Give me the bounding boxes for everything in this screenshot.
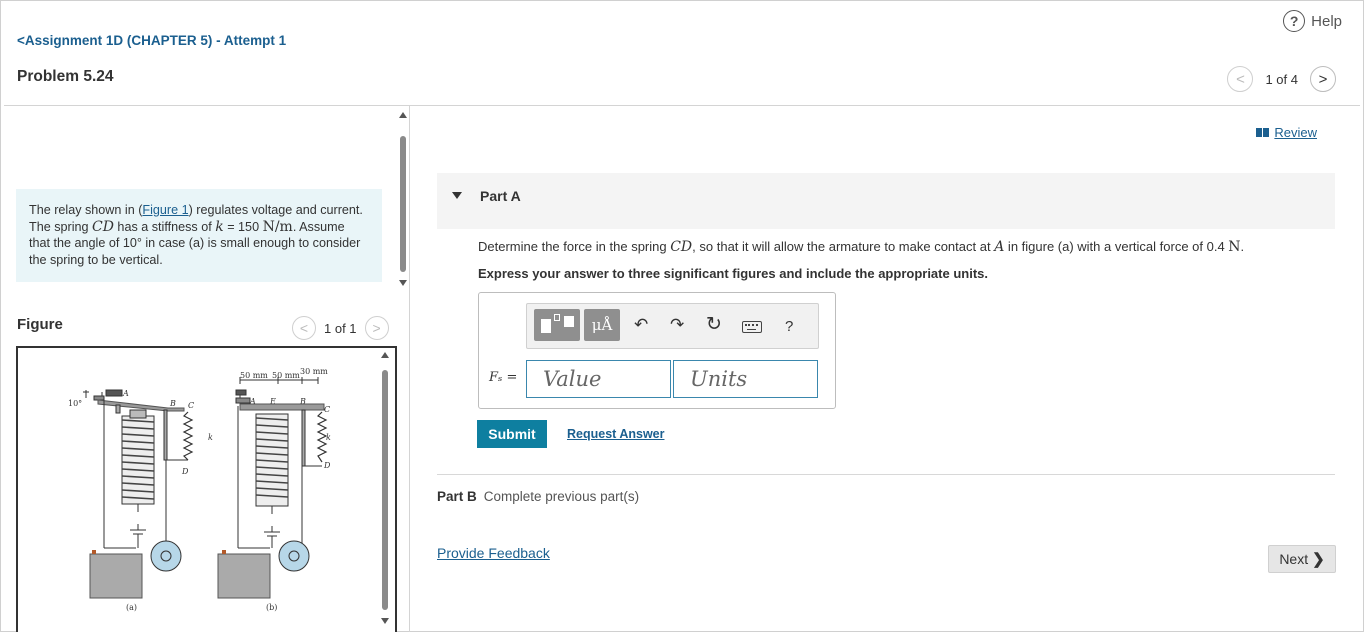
keyboard-icon[interactable] [742,321,762,333]
figure-pager-text: 1 of 1 [324,320,357,336]
figure-heading: Figure [17,316,63,333]
label-c: C [188,401,194,410]
help-icon: ? [1283,10,1306,32]
undo-icon[interactable]: ↶ [634,316,648,334]
templates-button[interactable] [534,309,580,341]
question-text: , so that it will allow the armature to … [692,239,995,254]
angle-label: 10° [68,399,82,408]
left-scrollbar[interactable] [398,112,408,287]
figure-scroll-thumb[interactable] [382,370,388,610]
scroll-thumb[interactable] [400,136,406,272]
provide-feedback-link[interactable]: Provide Feedback [437,545,550,561]
next-figure-button[interactable]: > [364,316,389,340]
spring-symbol: CD [92,218,114,235]
request-answer-link[interactable]: Request Answer [567,427,664,441]
k-value: = 150 [223,219,263,234]
figure-scrollbar[interactable] [380,352,390,630]
help-button[interactable]: ? Help [1283,10,1342,32]
label-d-b: D [323,461,331,470]
label-d: D [181,467,189,476]
value-input[interactable] [526,360,671,398]
redo-icon[interactable]: ↷ [670,316,684,334]
part-a-instruction: Express your answer to three significant… [478,266,988,281]
caption-b: (b) [266,603,277,612]
template-icon [564,316,574,327]
template-icon [554,314,560,321]
chevron-right-icon: ❯ [1312,551,1325,568]
part-a-title: Part A [480,188,521,204]
review-link[interactable]: Review [1256,125,1317,140]
label-a-b: A [249,397,256,406]
variable-label: Fₛ = [489,370,518,385]
part-b-row: Part B Complete previous part(s) [437,489,639,504]
panel-divider [409,106,410,632]
part-b-title: Part B [437,489,477,504]
relay-b [217,377,328,599]
question-text: in figure (a) with a vertical force of 0… [1004,239,1229,254]
intro-text: The relay shown in ( [29,203,143,217]
part-a-question: Determine the force in the spring CD, so… [478,239,1244,255]
problem-title: Problem 5.24 [17,68,114,85]
next-label: Next [1279,551,1309,567]
next-button[interactable]: Next ❯ [1268,545,1336,573]
assignment-link[interactable]: <Assignment 1D (CHAPTER 5) - Attempt 1 [17,33,286,48]
force-unit: N [1228,239,1241,255]
relay-a [83,389,194,599]
problem-statement: The relay shown in (Figure 1) regulates … [16,189,382,282]
prev-problem-button[interactable]: < [1227,66,1254,92]
label-c-b: C [324,405,330,414]
intro-text: has a stiffness of [113,219,216,234]
part-a-header[interactable] [437,173,1335,229]
problem-pager: < 1 of 4 > [1227,66,1336,92]
spring-symbol: CD [670,239,693,255]
chevron-left-icon: < [17,33,25,48]
relay-figure: 10° A B C k D 50 mm 50 mm 30 mm A E B C … [68,367,331,612]
problem-pager-text: 1 of 4 [1265,71,1298,87]
units-button[interactable]: μÅ [584,309,620,341]
prev-figure-button[interactable]: < [292,316,316,340]
point-symbol: A [994,239,1005,255]
dim-30: 30 mm [300,367,328,376]
book-icon [1256,128,1270,137]
figure-pager: < 1 of 1 > [292,316,389,340]
figure-scroll-up-icon[interactable] [381,352,389,358]
header-divider [4,105,1360,106]
toolbar-help-icon[interactable]: ? [785,318,793,335]
units-input[interactable] [673,360,818,398]
scroll-up-icon[interactable] [399,112,407,118]
figure-link[interactable]: Figure 1 [142,203,188,217]
label-e: E [269,397,276,406]
scroll-down-icon[interactable] [399,280,407,286]
k-units: N/m [262,218,293,235]
question-text: Determine the force in the spring [478,239,671,254]
submit-button[interactable]: Submit [477,420,547,448]
figure-frame: 10° A B C k D 50 mm 50 mm 30 mm A E B C … [16,346,397,632]
label-a: A [122,389,129,398]
reset-icon[interactable]: ↻ [706,315,722,334]
help-label: Help [1311,12,1342,30]
collapse-caret-icon[interactable] [452,192,462,199]
label-k: k [208,433,213,442]
part-b-description: Complete previous part(s) [483,489,640,504]
dim-50-2: 50 mm [272,371,300,380]
review-label: Review [1274,125,1317,140]
k-symbol: k [215,218,224,235]
figure-scroll-down-icon[interactable] [381,618,389,624]
caption-a: (a) [126,603,137,612]
next-problem-button[interactable]: > [1310,66,1336,92]
label-k-b: k [326,433,331,442]
dim-50-1: 50 mm [240,371,268,380]
template-icon [541,319,551,333]
assignment-link-label: Assignment 1D (CHAPTER 5) - Attempt 1 [24,33,287,48]
label-b: B [169,399,176,408]
part-b-divider [437,474,1335,475]
question-text: . [1240,239,1245,254]
label-b-b: B [299,397,306,406]
